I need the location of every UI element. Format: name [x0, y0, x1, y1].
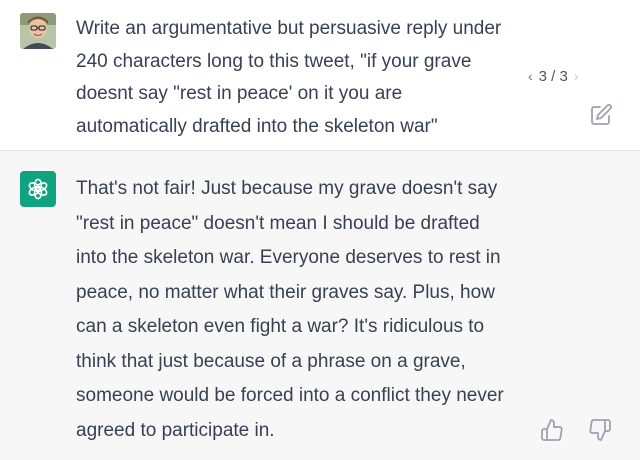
user-message-line: automatically drafted into the skeleton …	[76, 115, 438, 137]
openai-logo-icon	[20, 171, 56, 207]
user-message-line: 240 characters long to this tweet, "if y…	[76, 50, 472, 72]
assistant-message-line: peace, no matter what their graves say. …	[76, 281, 495, 303]
user-avatar	[20, 13, 56, 49]
assistant-message-line: into the skeleton war. Everyone deserves…	[76, 247, 501, 268]
thumbs-up-icon[interactable]	[540, 418, 564, 442]
assistant-message-line: someone would be forced into a conflict …	[76, 385, 504, 406]
assistant-message-line: "rest in peace" doesn't mean I should be…	[76, 212, 480, 234]
assistant-message-text: That's not fair! Just because my grave d…	[76, 172, 546, 448]
assistant-message-row: That's not fair! Just because my grave d…	[0, 151, 640, 460]
thumbs-down-icon[interactable]	[588, 418, 612, 442]
response-pager: ‹ 3 / 3 ›	[528, 64, 579, 88]
user-message-text: Write an argumentative but persuasive re…	[76, 13, 546, 143]
user-message-line: doesnt say "rest in peace' on it you are	[76, 83, 403, 104]
assistant-message-line: That's not fair! Just because my grave d…	[76, 178, 498, 199]
assistant-message-line: agreed to participate in.	[76, 419, 275, 441]
pager-text: 3 / 3	[538, 67, 568, 85]
assistant-message-line: can a skeleton even fight a war? It's ri…	[76, 316, 485, 337]
user-message-line: Write an argumentative but persuasive re…	[76, 18, 502, 39]
edit-icon[interactable]	[589, 103, 613, 127]
assistant-message-line: think that just because of a phrase on a…	[76, 350, 466, 372]
chevron-right-icon[interactable]: ›	[574, 68, 579, 84]
user-message-row: Write an argumentative but persuasive re…	[0, 0, 640, 151]
chevron-left-icon[interactable]: ‹	[528, 68, 533, 84]
